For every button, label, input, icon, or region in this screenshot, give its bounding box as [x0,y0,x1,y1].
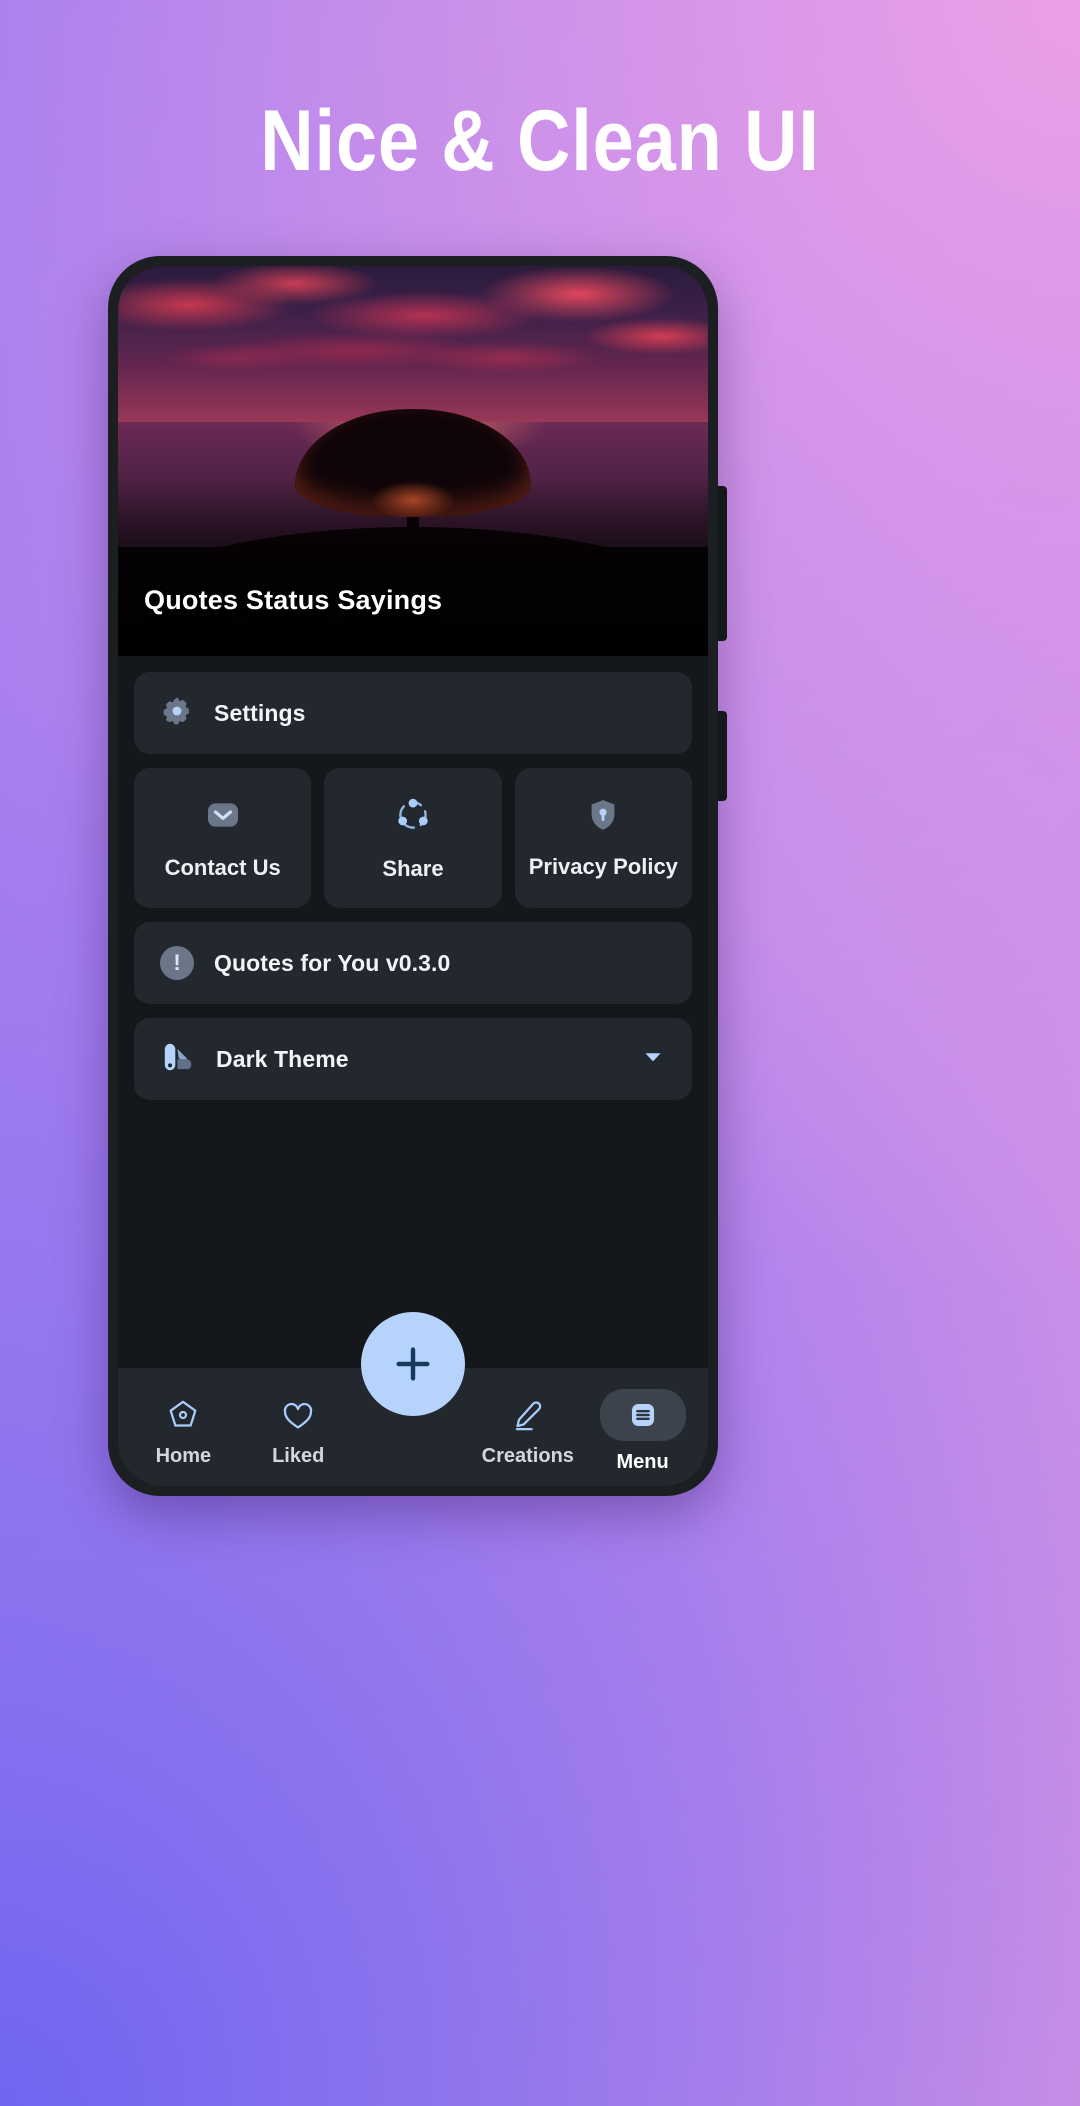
hero-gradient-overlay [118,476,708,656]
volume-button[interactable] [718,486,727,641]
tile-label: Contact Us [164,855,281,880]
menu-item-share[interactable]: Share [324,768,502,908]
color-palette-icon [160,1039,196,1080]
nav-item-liked[interactable]: Liked [241,1387,356,1468]
active-nav-pill [599,1388,686,1441]
list-menu-icon [626,1395,660,1435]
plus-icon [396,1347,430,1381]
phone-screen: Quotes Status Sayings Settings Contact U… [118,266,708,1486]
hero-title: Quotes Status Sayings [144,585,443,615]
menu-item-contact-us[interactable]: Contact Us [134,768,312,908]
nav-item-label: Liked [272,1444,325,1467]
page-title: Nice & Clean UI [260,93,820,189]
menu-item-label: Dark Theme [216,1045,349,1072]
heart-icon [280,1395,316,1435]
pencil-edit-icon [510,1395,546,1435]
info-exclamation-icon: ! [160,946,194,980]
nav-item-label: Creations [481,1444,574,1467]
menu-item-dark-theme[interactable]: Dark Theme [134,1018,692,1100]
envelope-icon [203,795,243,840]
home-icon [165,1395,201,1435]
bottom-nav-wrapper: Home Liked Creations Menu [118,1312,708,1486]
tile-label: Privacy Policy [528,854,678,879]
tile-label: Share [382,856,444,881]
menu-item-privacy-policy[interactable]: Privacy Policy [514,768,692,908]
gear-icon [160,694,194,733]
add-button[interactable] [361,1312,465,1416]
power-button[interactable] [718,711,727,801]
nav-item-label: Menu [616,1450,669,1473]
nav-item-creations[interactable]: Creations [470,1387,585,1468]
menu-body: Settings Contact Us Share Privacy Policy… [118,656,708,1368]
share-nodes-icon [392,794,434,841]
menu-item-version[interactable]: ! Quotes for You v0.3.0 [134,922,692,1004]
nav-item-menu[interactable]: Menu [585,1381,700,1474]
shield-lock-icon [584,796,622,839]
menu-item-label: Quotes for You v0.3.0 [214,949,451,976]
nav-item-home[interactable]: Home [126,1387,241,1468]
menu-item-settings[interactable]: Settings [134,672,692,754]
nav-item-label: Home [155,1444,212,1467]
menu-item-label: Settings [214,699,306,726]
chevron-down-icon[interactable] [640,1044,666,1075]
hero-banner: Quotes Status Sayings [118,266,708,656]
phone-mockup: Quotes Status Sayings Settings Contact U… [108,256,727,1496]
quick-actions-grid: Contact Us Share Privacy Policy [134,768,692,908]
